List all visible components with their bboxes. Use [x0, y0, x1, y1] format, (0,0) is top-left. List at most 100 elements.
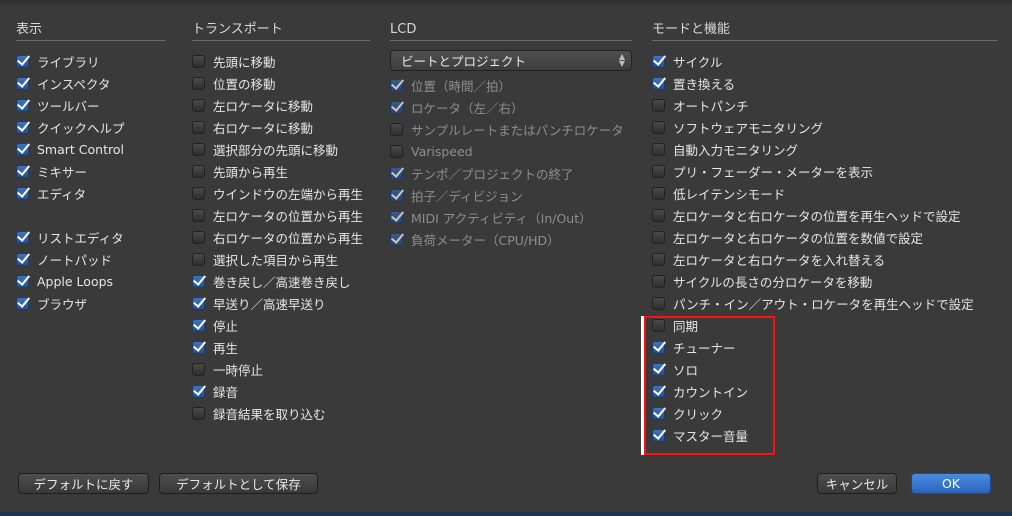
lcd-option[interactable]: Varispeed	[390, 140, 632, 162]
checkbox[interactable]	[652, 98, 665, 112]
checkbox[interactable]	[192, 54, 205, 68]
lcd-option[interactable]: テンポ／プロジェクトの終了	[390, 162, 632, 184]
transport-option[interactable]: 選択した項目から再生	[192, 248, 370, 270]
checkbox[interactable]	[192, 384, 205, 398]
view-option[interactable]: エディタ	[16, 182, 166, 204]
lcd-option[interactable]: MIDI アクティビティ（In/Out）	[390, 206, 632, 228]
checkbox[interactable]	[390, 144, 403, 158]
view-option[interactable]: Smart Control	[16, 138, 166, 160]
view-option[interactable]: Apple Loops	[16, 270, 166, 292]
checkbox[interactable]	[16, 296, 29, 310]
checkbox[interactable]	[652, 252, 665, 266]
checkbox[interactable]	[16, 76, 29, 90]
cancel-button[interactable]: キャンセル	[817, 473, 897, 494]
checkbox[interactable]	[192, 98, 205, 112]
transport-option[interactable]: 先頭に移動	[192, 50, 370, 72]
transport-option[interactable]: 先頭から再生	[192, 160, 370, 182]
transport-option[interactable]: 選択部分の先頭に移動	[192, 138, 370, 160]
transport-option[interactable]: 右ロケータに移動	[192, 116, 370, 138]
checkbox[interactable]	[390, 78, 403, 92]
checkbox[interactable]	[16, 230, 29, 244]
view-option[interactable]: ツールバー	[16, 94, 166, 116]
checkbox[interactable]	[652, 274, 665, 288]
checkbox[interactable]	[16, 98, 29, 112]
checkbox[interactable]	[652, 230, 665, 244]
checkbox[interactable]	[192, 340, 205, 354]
checkbox[interactable]	[16, 54, 29, 68]
modes-option[interactable]: 置き換える	[652, 72, 998, 94]
view-option[interactable]: クイックヘルプ	[16, 116, 166, 138]
checkbox[interactable]	[192, 296, 205, 310]
view-option[interactable]: ノートパッド	[16, 248, 166, 270]
checkbox[interactable]	[390, 166, 403, 180]
checkbox[interactable]	[652, 208, 665, 222]
view-option[interactable]: ミキサー	[16, 160, 166, 182]
lcd-option[interactable]: 位置（時間／拍）	[390, 74, 632, 96]
checkbox[interactable]	[192, 208, 205, 222]
checkbox[interactable]	[652, 54, 665, 68]
transport-option[interactable]: 一時停止	[192, 358, 370, 380]
checkbox[interactable]	[390, 122, 403, 136]
checkbox[interactable]	[390, 100, 403, 114]
revert-default-button[interactable]: デフォルトに戻す	[18, 473, 149, 494]
transport-option[interactable]: 早送り／高速早送り	[192, 292, 370, 314]
checkbox[interactable]	[652, 76, 665, 90]
transport-option[interactable]: ウインドウの左端から再生	[192, 182, 370, 204]
checkbox[interactable]	[652, 164, 665, 178]
modes-option[interactable]: パンチ・イン／アウト・ロケータを再生ヘッドで設定	[652, 292, 998, 314]
transport-option[interactable]: 左ロケータに移動	[192, 94, 370, 116]
checkbox[interactable]	[192, 76, 205, 90]
view-option[interactable]: インスペクタ	[16, 72, 166, 94]
transport-option[interactable]: 右ロケータの位置から再生	[192, 226, 370, 248]
checkbox[interactable]	[192, 142, 205, 156]
checkbox[interactable]	[16, 164, 29, 178]
transport-option[interactable]: 録音	[192, 380, 370, 402]
transport-option[interactable]: 左ロケータの位置から再生	[192, 204, 370, 226]
modes-option[interactable]: ソフトウェアモニタリング	[652, 116, 998, 138]
modes-option[interactable]: 左ロケータと右ロケータを入れ替える	[652, 248, 998, 270]
checkbox[interactable]	[16, 186, 29, 200]
view-option[interactable]: リストエディタ	[16, 226, 166, 248]
modes-option[interactable]: 左ロケータと右ロケータの位置を数値で設定	[652, 226, 998, 248]
view-option[interactable]: ブラウザ	[16, 292, 166, 314]
checkbox[interactable]	[652, 120, 665, 134]
transport-option[interactable]: 録音結果を取り込む	[192, 402, 370, 424]
checkbox[interactable]	[390, 188, 403, 202]
lcd-mode-select[interactable]: ビートとプロジェクト ▲ ▼	[390, 50, 632, 71]
checkbox[interactable]	[192, 318, 205, 332]
checkbox[interactable]	[16, 252, 29, 266]
checkbox[interactable]	[652, 296, 665, 310]
ok-button[interactable]: OK	[911, 473, 991, 494]
modes-option[interactable]: プリ・フェーダー・メーターを表示	[652, 160, 998, 182]
modes-option[interactable]: 左ロケータと右ロケータの位置を再生ヘッドで設定	[652, 204, 998, 226]
checkbox[interactable]	[16, 120, 29, 134]
transport-option[interactable]: 巻き戻し／高速巻き戻し	[192, 270, 370, 292]
checkbox[interactable]	[192, 230, 205, 244]
checkbox[interactable]	[192, 252, 205, 266]
checkbox[interactable]	[652, 186, 665, 200]
checkbox[interactable]	[192, 120, 205, 134]
save-default-button[interactable]: デフォルトとして保存	[159, 473, 318, 494]
lcd-option[interactable]: サンプルレートまたはパンチロケータ	[390, 118, 632, 140]
transport-option[interactable]: 再生	[192, 336, 370, 358]
checkbox[interactable]	[192, 164, 205, 178]
modes-option[interactable]: 自動入力モニタリング	[652, 138, 998, 160]
checkbox[interactable]	[16, 274, 29, 288]
lcd-option[interactable]: 拍子／ディビジョン	[390, 184, 632, 206]
checkbox[interactable]	[652, 142, 665, 156]
checkbox[interactable]	[390, 232, 403, 246]
modes-option[interactable]: 低レイテンシモード	[652, 182, 998, 204]
lcd-option[interactable]: ロケータ（左／右）	[390, 96, 632, 118]
checkbox[interactable]	[16, 142, 29, 156]
checkbox[interactable]	[192, 362, 205, 376]
checkbox[interactable]	[192, 406, 205, 420]
lcd-option[interactable]: 負荷メーター（CPU/HD）	[390, 228, 632, 250]
modes-option[interactable]: サイクルの長さの分ロケータを移動	[652, 270, 998, 292]
view-option[interactable]: ライブラリ	[16, 50, 166, 72]
checkbox[interactable]	[192, 274, 205, 288]
transport-option[interactable]: 停止	[192, 314, 370, 336]
modes-option[interactable]: オートパンチ	[652, 94, 998, 116]
transport-option[interactable]: 位置の移動	[192, 72, 370, 94]
checkbox[interactable]	[192, 186, 205, 200]
modes-option[interactable]: サイクル	[652, 50, 998, 72]
